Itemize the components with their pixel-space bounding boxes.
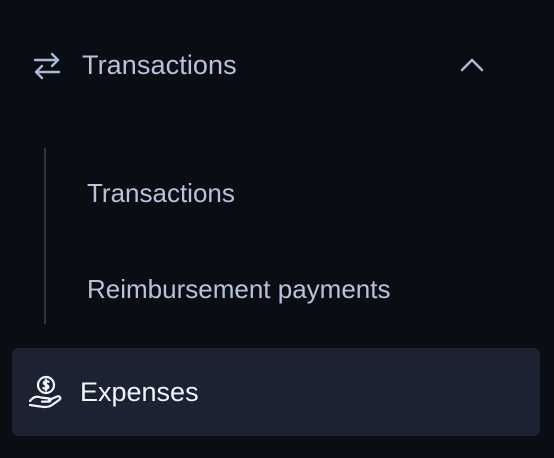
submenu-divider <box>44 148 46 324</box>
sidebar-item-label: Transactions <box>87 178 235 208</box>
sidebar-item-reimbursement-payments[interactable]: Reimbursement payments <box>56 252 526 316</box>
sidebar-item-expenses[interactable]: Expenses <box>12 348 540 436</box>
sidebar-nav: Transactions Transactions Reimbursement … <box>0 0 554 458</box>
transactions-submenu: Transactions Reimbursement payments <box>44 148 524 324</box>
arrows-left-right-icon <box>31 51 63 81</box>
nav-group-label: Transactions <box>82 50 237 80</box>
hand-coin-icon <box>27 374 65 410</box>
chevron-up-icon[interactable] <box>458 53 486 77</box>
sidebar-item-transactions[interactable]: Transactions <box>56 156 526 220</box>
sidebar-item-label: Expenses <box>80 377 199 407</box>
nav-group-transactions[interactable]: Transactions <box>12 22 540 106</box>
sidebar-item-label: Reimbursement payments <box>87 274 391 304</box>
